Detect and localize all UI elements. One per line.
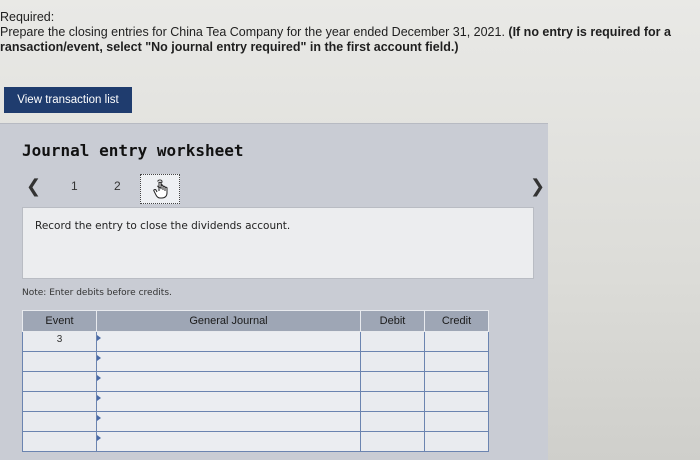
event-cell: 3 (22, 331, 97, 352)
event-cell (22, 391, 97, 412)
hand-pointer-icon (153, 181, 168, 199)
worksheet-title: Journal entry worksheet (22, 141, 244, 160)
account-field[interactable] (96, 351, 361, 372)
journal-entry-worksheet: Journal entry worksheet ❮ 1 2 3 ❯ Record… (0, 123, 548, 460)
event-cell (22, 371, 97, 392)
debit-field[interactable] (360, 431, 425, 452)
dropdown-marker-icon (97, 355, 101, 361)
debit-field[interactable] (360, 391, 425, 412)
required-title: Required: (0, 10, 55, 24)
view-transaction-list-button[interactable]: View transaction list (4, 87, 132, 113)
credit-field[interactable] (424, 331, 489, 352)
table-row (22, 411, 489, 432)
table-row: 3 (22, 331, 489, 352)
account-field[interactable] (96, 371, 361, 392)
debit-field[interactable] (360, 411, 425, 432)
debit-field[interactable] (360, 371, 425, 392)
account-field[interactable] (96, 431, 361, 452)
event-cell (22, 431, 97, 452)
instructions-text: Prepare the closing entries for China Te… (0, 25, 509, 39)
dropdown-marker-icon (97, 395, 101, 401)
header-credit: Credit (424, 310, 489, 332)
page-2-tab[interactable]: 2 (114, 179, 121, 193)
required-instructions: Required: Prepare the closing entries fo… (0, 10, 700, 55)
event-cell (22, 351, 97, 372)
credit-field[interactable] (424, 391, 489, 412)
chevron-left-icon[interactable]: ❮ (26, 176, 41, 197)
header-debit: Debit (360, 310, 425, 332)
dropdown-marker-icon (97, 375, 101, 381)
header-general-journal: General Journal (96, 310, 361, 332)
event-cell (22, 411, 97, 432)
page-3-tab[interactable]: 3 (140, 174, 180, 204)
table-row (22, 431, 489, 452)
table-row (22, 351, 489, 372)
credit-field[interactable] (424, 371, 489, 392)
credit-field[interactable] (424, 411, 489, 432)
journal-table: Event General Journal Debit Credit 3 (22, 310, 489, 452)
header-event: Event (22, 310, 97, 332)
table-row (22, 391, 489, 412)
debit-field[interactable] (360, 351, 425, 372)
credit-field[interactable] (424, 351, 489, 372)
dropdown-marker-icon (97, 335, 101, 341)
account-field[interactable] (96, 411, 361, 432)
credit-field[interactable] (424, 431, 489, 452)
journal-header-row: Event General Journal Debit Credit (22, 310, 489, 332)
dropdown-marker-icon (97, 415, 101, 421)
instructions-bold-2: ransaction/event, select "No journal ent… (0, 40, 459, 54)
instructions-bold-1: (If no entry is required for a (508, 25, 671, 39)
entry-instruction-text: Record the entry to close the dividends … (35, 220, 291, 232)
table-row (22, 371, 489, 392)
dropdown-marker-icon (97, 435, 101, 441)
entry-instruction-box: Record the entry to close the dividends … (22, 207, 534, 279)
account-field[interactable] (96, 331, 361, 352)
chevron-right-icon[interactable]: ❯ (530, 176, 545, 197)
page-1-tab[interactable]: 1 (71, 179, 78, 193)
debit-field[interactable] (360, 331, 425, 352)
account-field[interactable] (96, 391, 361, 412)
note-text: Note: Enter debits before credits. (22, 288, 172, 298)
